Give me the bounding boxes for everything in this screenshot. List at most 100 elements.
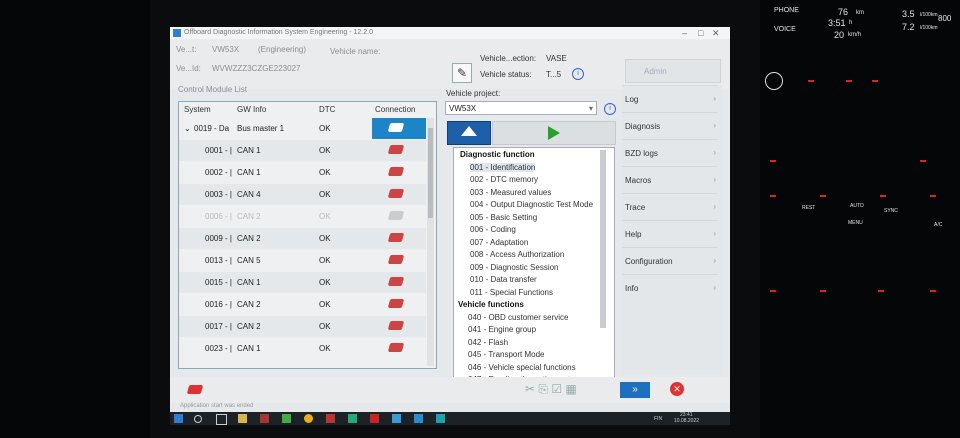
menu-item-info[interactable]: Info › xyxy=(622,274,718,302)
list-scrollbar[interactable] xyxy=(427,118,434,366)
list-item[interactable]: 005 - Basic Setting xyxy=(470,213,537,222)
cell-gw: CAN 1 xyxy=(237,146,261,155)
ac-button[interactable]: A/C xyxy=(934,222,942,228)
sync-button[interactable]: SYNC xyxy=(884,208,898,214)
list-item[interactable]: 008 - Access Authorization xyxy=(470,250,564,259)
list-item[interactable]: 045 - Transport Mode xyxy=(468,350,544,359)
table-row[interactable]: 0009 - | CAN 2 OK xyxy=(179,228,426,249)
list-item[interactable]: 041 - Engine group xyxy=(468,325,536,334)
rest-button[interactable]: REST xyxy=(802,205,815,211)
admin-button[interactable]: Admin xyxy=(625,59,721,83)
app-icon-2[interactable] xyxy=(326,414,335,423)
col-gw-info[interactable]: GW Info xyxy=(237,105,266,114)
excel-icon[interactable] xyxy=(348,414,357,423)
menu-item-trace[interactable]: Trace › xyxy=(622,193,718,221)
menu-item-help[interactable]: Help › xyxy=(622,220,718,248)
maximize-icon[interactable]: □ xyxy=(698,28,703,38)
list-item[interactable]: 003 - Measured values xyxy=(470,188,551,197)
list-item[interactable]: 046 - Vehicle special functions xyxy=(468,363,576,372)
list-item[interactable]: 010 - Data transfer xyxy=(470,275,537,284)
scroll-thumb[interactable] xyxy=(428,128,433,218)
col-dtc[interactable]: DTC xyxy=(319,105,335,114)
minimize-icon[interactable]: – xyxy=(682,28,687,38)
led-8 xyxy=(880,195,886,197)
list-item[interactable]: 002 - DTC memory xyxy=(470,175,538,184)
windows-taskbar: FIN 23:41 10.08.2022 xyxy=(170,412,730,425)
menu-item-log[interactable]: Log › xyxy=(622,85,718,113)
tool-icons[interactable]: ✂ ⎘ ☑ ▦ xyxy=(525,382,577,397)
connection-icon xyxy=(387,189,405,198)
led-6 xyxy=(770,195,776,197)
cell-system: 0006 - | xyxy=(205,212,232,221)
auto-button[interactable]: AUTO xyxy=(850,203,864,209)
table-row[interactable]: 0003 - | CAN 4 OK xyxy=(179,184,426,205)
connection-icon xyxy=(387,321,405,330)
edge-icon[interactable] xyxy=(414,414,423,423)
close-icon[interactable]: ✕ xyxy=(712,28,720,39)
vehicle-status-value: T...5 xyxy=(546,70,562,79)
odis-screen: Offboard Diagnostic Information System E… xyxy=(170,27,730,425)
edit-icon[interactable]: ✎ xyxy=(452,63,472,83)
diag-scrollbar[interactable] xyxy=(600,150,606,328)
list-item[interactable]: 006 - Coding xyxy=(470,225,516,234)
stop-button[interactable]: ✕ xyxy=(670,382,684,396)
project-info-icon[interactable]: i xyxy=(604,103,616,115)
task-view-icon[interactable] xyxy=(216,414,227,425)
status-text: Application start was ended xyxy=(180,403,254,409)
table-row[interactable]: 0006 - | CAN 2 OK xyxy=(179,206,426,227)
up-arrow-icon xyxy=(461,126,477,136)
menu-item-bzd-logs[interactable]: BZD logs › xyxy=(622,139,718,167)
table-row[interactable]: 0015 - | CAN 1 OK xyxy=(179,272,426,293)
lang-indicator[interactable]: FIN xyxy=(654,416,662,422)
list-item[interactable]: 001 - Identification xyxy=(470,162,536,172)
title-bar: Offboard Diagnostic Information System E… xyxy=(170,27,730,39)
explorer-icon[interactable] xyxy=(238,414,247,423)
cell-dtc: OK xyxy=(319,300,331,309)
menu-item-diagnosis[interactable]: Diagnosis › xyxy=(622,112,718,140)
list-item[interactable]: 009 - Diagnostic Session xyxy=(470,263,559,272)
cell-system: 0019 - Da xyxy=(194,124,230,133)
expand-icon[interactable]: ⌄ xyxy=(184,124,191,133)
table-row[interactable]: 0013 - | CAN 5 OK xyxy=(179,250,426,271)
connection-icon xyxy=(387,277,405,286)
app-icon-red[interactable] xyxy=(260,414,269,423)
app-icon-3[interactable] xyxy=(392,414,401,423)
col-system[interactable]: System xyxy=(184,105,211,114)
table-row[interactable]: 0001 - | CAN 1 OK xyxy=(179,140,426,161)
list-item[interactable]: 011 - Special Functions xyxy=(470,288,553,297)
start-button[interactable] xyxy=(492,121,616,145)
chrome-icon[interactable] xyxy=(304,414,313,423)
cell-gw: CAN 2 xyxy=(237,212,261,221)
odis-taskbar-icon[interactable] xyxy=(436,414,445,423)
start-icon[interactable] xyxy=(174,414,183,423)
table-row[interactable]: 0017 - | CAN 2 OK xyxy=(179,316,426,337)
next-button[interactable]: » xyxy=(620,382,650,398)
menu-button[interactable]: MENU xyxy=(848,220,863,226)
table-row[interactable]: 0002 - | CAN 1 OK xyxy=(179,162,426,183)
info-icon[interactable]: i xyxy=(572,68,584,80)
pdf-icon[interactable] xyxy=(370,414,379,423)
table-row[interactable]: 0023 - | CAN 1 OK xyxy=(179,338,426,359)
menu-item-macros[interactable]: Macros › xyxy=(622,166,718,194)
cell-gw: CAN 1 xyxy=(237,278,261,287)
table-row[interactable]: 0016 - | CAN 2 OK xyxy=(179,294,426,315)
cell-dtc: OK xyxy=(319,278,331,287)
search-icon[interactable] xyxy=(194,415,202,423)
upload-button[interactable] xyxy=(447,121,491,145)
list-item[interactable]: 007 - Adaptation xyxy=(470,238,528,247)
cell-system: 0016 - | xyxy=(205,300,232,309)
menu-item-label: Log xyxy=(625,95,639,104)
group-diagnostic-function: Diagnostic function xyxy=(460,150,535,159)
list-item[interactable]: 042 - Flash xyxy=(468,338,508,347)
group-vehicle-functions: Vehicle functions xyxy=(458,300,524,309)
list-item[interactable]: 040 - OBD customer service xyxy=(468,313,568,322)
disconnect-icon[interactable] xyxy=(186,385,204,394)
col-connection[interactable]: Connection xyxy=(375,105,415,114)
list-item[interactable]: 004 - Output Diagnostic Test Mode xyxy=(470,200,593,209)
admin-label: Admin xyxy=(644,67,667,76)
menu-item-label: Macros xyxy=(625,176,652,185)
menu-item-configuration[interactable]: Configuration › xyxy=(622,247,718,275)
vehicle-project-select[interactable]: VW53X ▾ xyxy=(445,101,597,115)
table-row[interactable]: ⌄ 0019 - Da Bus master 1 OK xyxy=(179,118,426,139)
app-icon-green[interactable] xyxy=(282,414,291,423)
